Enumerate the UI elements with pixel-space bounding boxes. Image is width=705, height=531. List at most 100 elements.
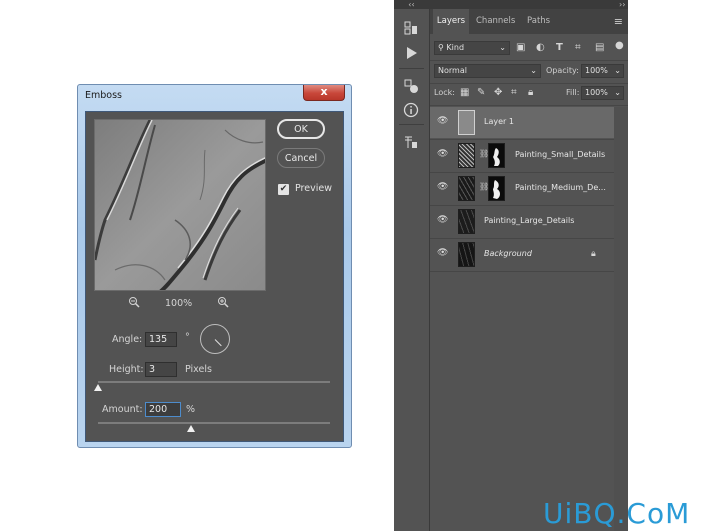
lock-transparent-icon[interactable]: ▦: [460, 87, 469, 99]
tab-layers[interactable]: Layers: [433, 9, 469, 34]
chevron-down-icon: ⌄: [499, 43, 506, 52]
smart-object-filter-icon[interactable]: ▤: [595, 42, 604, 54]
eye-icon[interactable]: 👁︎: [437, 182, 448, 192]
preview-checkbox[interactable]: ✔: [278, 184, 289, 195]
layer-comps-icon[interactable]: [403, 20, 419, 36]
lock-icon: 🔒︎: [591, 249, 596, 259]
zoom-level: 100%: [165, 298, 193, 309]
layer-row[interactable]: 👁︎ Painting_Large_Details: [430, 206, 614, 237]
layer-thumbnail: [458, 110, 475, 135]
tab-paths[interactable]: Paths: [527, 9, 550, 34]
chevron-down-icon: ⌄: [614, 88, 621, 97]
lock-all-icon[interactable]: 🔒︎: [528, 87, 533, 99]
amount-label: Amount:: [102, 404, 143, 415]
panel-collapse[interactable]: ››: [430, 0, 628, 9]
layer-thumbnail: [458, 209, 475, 234]
search-icon: ⚲: [438, 43, 444, 52]
filter-preview[interactable]: [94, 119, 266, 291]
toolbar-separator: [399, 124, 424, 125]
shape-filter-icon[interactable]: ⌗: [575, 42, 581, 54]
layer-name[interactable]: Painting_Small_Details: [515, 150, 605, 159]
tab-channels[interactable]: Channels: [476, 9, 515, 34]
layer-mask-thumbnail: [488, 176, 505, 201]
panel-tab-bar: Layers Channels Paths ≡: [430, 9, 628, 34]
eye-icon[interactable]: 👁︎: [437, 116, 448, 126]
angle-input[interactable]: 135: [145, 332, 177, 347]
layer-name[interactable]: Background: [484, 249, 532, 258]
info-icon[interactable]: [403, 102, 419, 118]
fill-label: Fill:: [566, 88, 580, 97]
height-slider-thumb[interactable]: [94, 384, 102, 391]
layer-mask-thumbnail: [488, 143, 505, 168]
layer-name[interactable]: Layer 1: [484, 117, 514, 126]
amount-input[interactable]: 200: [145, 402, 181, 417]
lock-label: Lock:: [434, 88, 455, 97]
panel-scrollbar[interactable]: [614, 107, 628, 531]
layer-row[interactable]: 👁︎ Background 🔒︎: [430, 239, 614, 270]
fill-value: 100%: [585, 88, 608, 97]
layer-thumbnail: [458, 143, 475, 168]
height-unit: Pixels: [185, 364, 212, 375]
emboss-dialog: Emboss x OK Cancel ✔ Preview 100% Angle:…: [77, 84, 352, 448]
layer-name[interactable]: Painting_Large_Details: [484, 216, 574, 225]
filter-toggle-icon[interactable]: ●: [615, 40, 624, 52]
side-toolbar: ‹‹: [394, 0, 430, 531]
eye-icon[interactable]: 👁︎: [437, 248, 448, 258]
layer-row[interactable]: 👁︎ ⛓︎ Painting_Medium_De...: [430, 173, 614, 204]
toolbar-collapse[interactable]: ‹‹: [394, 0, 429, 9]
layer-row[interactable]: 👁︎ Layer 1: [430, 107, 614, 138]
amount-slider-thumb[interactable]: [186, 425, 195, 432]
opacity-input[interactable]: 100% ⌄: [581, 64, 624, 78]
play-icon[interactable]: [403, 45, 419, 61]
panel-collapse-label: ››: [619, 0, 626, 9]
adjustment-filter-icon[interactable]: ◐: [536, 42, 545, 54]
layer-name[interactable]: Painting_Medium_De...: [515, 183, 606, 192]
lock-artboard-icon[interactable]: ⌗: [511, 87, 517, 99]
cancel-button[interactable]: Cancel: [277, 148, 325, 168]
lock-brush-icon[interactable]: ✎: [477, 87, 485, 99]
layers-panel: Layers Channels Paths ≡ ⚲ Kind ⌄ ▣ ◐ T ⌗…: [430, 9, 628, 531]
character-style-icon[interactable]: [403, 134, 419, 150]
angle-dial[interactable]: [200, 324, 230, 354]
panel-menu-icon[interactable]: ≡: [614, 9, 623, 34]
layer-separator: [430, 271, 614, 272]
amount-unit: %: [186, 404, 196, 415]
layer-row[interactable]: 👁︎ ⛓︎ Painting_Small_Details: [430, 140, 614, 171]
eye-icon[interactable]: 👁︎: [437, 215, 448, 225]
angle-label: Angle:: [112, 334, 143, 345]
layer-thumbnail: [458, 242, 475, 267]
layer-thumbnail: [458, 176, 475, 201]
ok-button[interactable]: OK: [277, 119, 325, 139]
blend-mode-select[interactable]: Normal ⌄: [434, 64, 541, 78]
emboss-preview-image: [95, 120, 265, 290]
panel-separator: [430, 60, 628, 61]
zoom-out-icon[interactable]: [128, 296, 140, 311]
dialog-title: Emboss: [85, 90, 122, 101]
pixel-filter-icon[interactable]: ▣: [516, 42, 525, 54]
height-input[interactable]: 3: [145, 362, 177, 377]
panel-separator: [430, 83, 628, 84]
chevron-down-icon: ⌄: [614, 66, 621, 75]
angle-needle: [214, 339, 222, 347]
preview-label: Preview: [295, 183, 332, 194]
fill-input[interactable]: 100% ⌄: [581, 86, 624, 100]
blend-mode-value: Normal: [438, 66, 467, 75]
eye-icon[interactable]: 👁︎: [437, 149, 448, 159]
lock-position-icon[interactable]: ✥: [494, 87, 502, 99]
dialog-body: OK Cancel ✔ Preview 100% Angle: 135 ° He…: [85, 111, 344, 442]
amount-slider-track[interactable]: [98, 422, 330, 424]
opacity-value: 100%: [585, 66, 608, 75]
height-label: Height:: [109, 364, 144, 375]
height-slider-track[interactable]: [98, 381, 330, 383]
type-filter-icon[interactable]: T: [556, 42, 563, 54]
toolbar-separator: [399, 68, 424, 69]
close-button[interactable]: x: [303, 85, 345, 101]
opacity-label: Opacity:: [546, 66, 579, 75]
zoom-in-icon[interactable]: [217, 296, 229, 311]
filter-kind-value: Kind: [446, 43, 465, 52]
adjustments-icon[interactable]: [403, 78, 419, 94]
filter-kind-select[interactable]: ⚲ Kind ⌄: [434, 41, 510, 55]
panel-separator: [430, 105, 628, 106]
watermark-logo: UiBQ.CoM: [543, 497, 691, 530]
angle-unit: °: [185, 332, 190, 343]
